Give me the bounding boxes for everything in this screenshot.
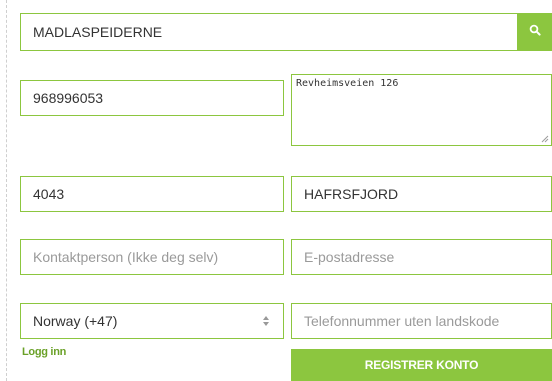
- register-account-button[interactable]: REGISTRER KONTO: [291, 349, 552, 381]
- contact-person-placeholder: Kontaktperson (Ikke deg selv): [33, 249, 219, 265]
- city-input[interactable]: HAFRSFJORD: [291, 176, 552, 212]
- postal-code-input[interactable]: 4043: [20, 176, 284, 212]
- select-arrows-icon: [249, 304, 283, 338]
- phone-input[interactable]: 968996053: [20, 80, 284, 116]
- country-select-value: Norway (+47): [33, 313, 118, 329]
- country-select[interactable]: Norway (+47): [20, 303, 284, 339]
- search-button[interactable]: [517, 13, 552, 51]
- address-value: Revheimsveien 126: [296, 78, 399, 89]
- resize-grip-icon[interactable]: [541, 135, 549, 143]
- phone-value: 968996053: [33, 90, 104, 106]
- register-account-label: REGISTRER KONTO: [364, 358, 479, 372]
- city-value: HAFRSFJORD: [304, 186, 399, 202]
- email-placeholder: E-postadresse: [304, 249, 395, 265]
- search-icon: [529, 23, 541, 41]
- email-input[interactable]: E-postadresse: [291, 239, 552, 275]
- contact-person-input[interactable]: Kontaktperson (Ikke deg selv): [20, 239, 284, 275]
- organization-search-input[interactable]: MADLASPEIDERNE: [20, 13, 518, 51]
- address-textarea[interactable]: Revheimsveien 126: [291, 74, 552, 146]
- phone-without-country-code-placeholder: Telefonnummer uten landskode: [304, 313, 500, 329]
- panel-left-border: [6, 0, 7, 381]
- postal-code-value: 4043: [33, 186, 65, 202]
- organization-search-value: MADLASPEIDERNE: [33, 24, 163, 40]
- login-link[interactable]: Logg inn: [22, 346, 66, 358]
- phone-without-country-code-input[interactable]: Telefonnummer uten landskode: [291, 303, 552, 339]
